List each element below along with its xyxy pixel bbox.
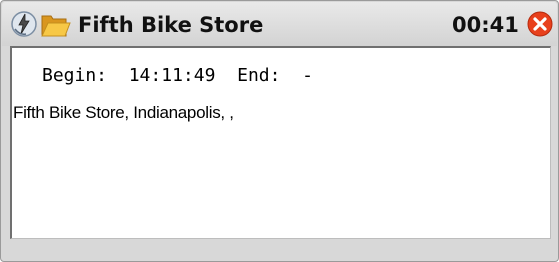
store-window: Fifth Bike Store 00:41 Begin: 14:11:49 E… — [0, 0, 559, 262]
begin-label: Begin: — [42, 65, 108, 86]
close-icon[interactable] — [526, 10, 554, 38]
begin-time: 14:11:49 — [128, 65, 216, 86]
lightning-plug-icon[interactable] — [10, 10, 38, 38]
details-panel: Begin: 14:11:49 End: - Fifth Bike Store,… — [10, 46, 551, 239]
end-label: End: — [237, 65, 281, 86]
title-bar[interactable]: Fifth Bike Store 00:41 — [2, 2, 557, 46]
window-title: Fifth Bike Store — [78, 13, 264, 37]
elapsed-timer: 00:41 — [452, 13, 519, 37]
time-range: Begin: 14:11:49 End: - — [42, 65, 313, 86]
end-time: - — [302, 65, 313, 86]
folder-icon[interactable] — [41, 12, 71, 37]
store-details: Fifth Bike Store, Indianapolis, , — [13, 103, 234, 122]
